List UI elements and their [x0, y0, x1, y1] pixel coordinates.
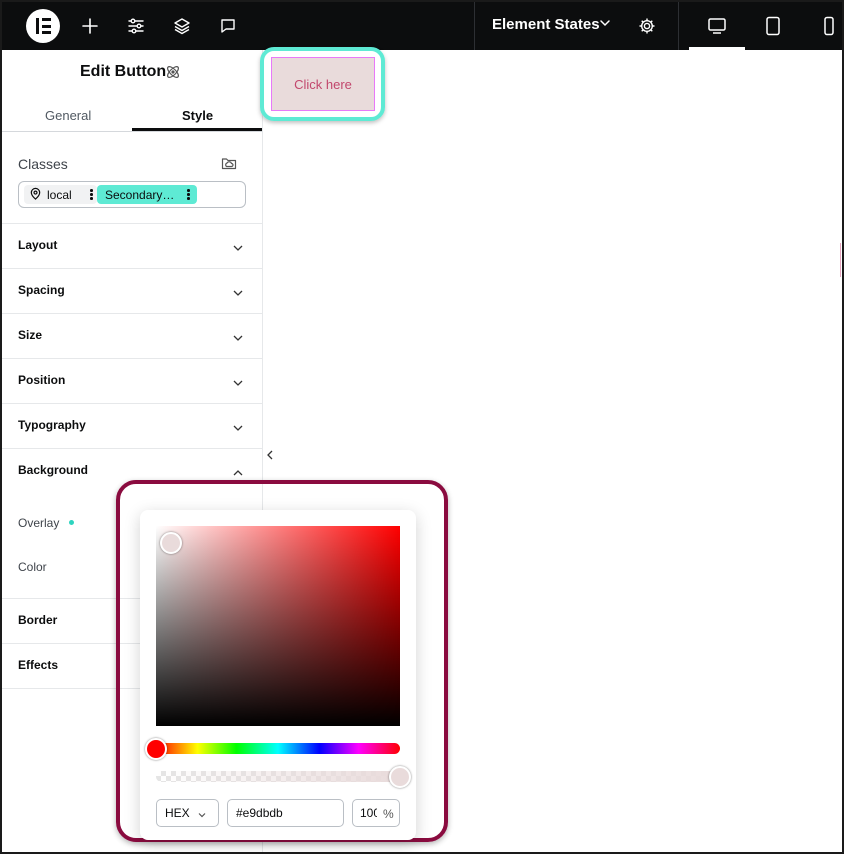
toolbar-divider: [678, 2, 679, 50]
chevron-down-icon: [197, 809, 207, 823]
section-label: Spacing: [18, 283, 65, 297]
section-label: Border: [18, 613, 58, 627]
chevron-down-icon: [232, 241, 244, 259]
tab-general[interactable]: General: [45, 108, 91, 123]
modified-indicator: [69, 520, 74, 525]
hue-slider[interactable]: [156, 743, 400, 754]
plus-icon[interactable]: [78, 14, 102, 38]
section-position[interactable]: Position: [2, 358, 262, 403]
section-label: Background: [18, 463, 89, 477]
folder-cloud-icon[interactable]: [221, 155, 237, 176]
editor-window: Element States Edit Button General Style…: [0, 0, 844, 854]
panel-title: Edit Button: [80, 63, 167, 80]
overlay-label: Overlay: [18, 516, 60, 530]
map-pin-icon: [29, 187, 42, 203]
alpha-handle[interactable]: [389, 766, 411, 788]
section-spacing[interactable]: Spacing: [2, 268, 262, 313]
classes-label: Classes: [18, 156, 68, 172]
mobile-icon[interactable]: [801, 2, 842, 50]
collapse-panel-handle[interactable]: [263, 440, 277, 470]
section-size[interactable]: Size: [2, 313, 262, 358]
alpha-value: 100: [360, 806, 377, 820]
sliders-icon[interactable]: [124, 14, 148, 38]
elementor-logo-icon[interactable]: [26, 9, 60, 43]
section-label: Effects: [18, 658, 59, 672]
more-vertical-icon[interactable]: [90, 189, 93, 201]
hex-input[interactable]: #e9dbdb: [227, 799, 344, 827]
color-format-value: HEX: [165, 806, 190, 820]
color-label: Color: [18, 560, 47, 574]
class-chip-secondary[interactable]: Secondary…: [97, 185, 197, 204]
saturation-handle[interactable]: [160, 532, 182, 554]
class-chip-label: local: [47, 187, 72, 202]
class-chip-label: Secondary…: [105, 187, 175, 202]
saturation-area[interactable]: [156, 526, 400, 726]
section-typography[interactable]: Typography: [2, 403, 262, 448]
alpha-unit: %: [383, 807, 394, 821]
layers-icon[interactable]: [170, 14, 194, 38]
hue-handle[interactable]: [145, 738, 167, 760]
toolbar-divider: [474, 2, 475, 50]
canvas-button[interactable]: Click here: [271, 57, 375, 111]
desktop-icon[interactable]: [689, 2, 745, 50]
section-layout[interactable]: Layout: [2, 223, 262, 268]
chevron-down-icon: [232, 376, 244, 394]
section-label: Position: [18, 373, 66, 387]
alpha-input[interactable]: 100 %: [352, 799, 400, 827]
class-chip-local[interactable]: local: [24, 185, 97, 204]
atomic-icon: [165, 64, 181, 85]
section-label: Size: [18, 328, 43, 342]
top-bar: Element States: [2, 2, 842, 50]
chevron-down-icon: [232, 331, 244, 349]
color-format-select[interactable]: HEX: [156, 799, 219, 827]
canvas-edge-marker: [840, 243, 842, 277]
chevron-down-icon[interactable]: [598, 16, 612, 35]
alpha-slider[interactable]: [156, 771, 400, 782]
tablet-icon[interactable]: [745, 2, 801, 50]
more-vertical-icon[interactable]: [187, 189, 190, 201]
section-label: Typography: [18, 418, 86, 432]
chevron-down-icon: [232, 286, 244, 304]
section-label: Layout: [18, 238, 58, 252]
gear-icon[interactable]: [635, 14, 659, 38]
comment-icon[interactable]: [216, 14, 240, 38]
chevron-down-icon: [232, 421, 244, 439]
active-tab-indicator: [132, 128, 262, 131]
tab-style[interactable]: Style: [182, 108, 213, 123]
element-states-dropdown[interactable]: Element States: [492, 16, 600, 33]
classes-selector[interactable]: local Secondary…: [18, 181, 246, 208]
